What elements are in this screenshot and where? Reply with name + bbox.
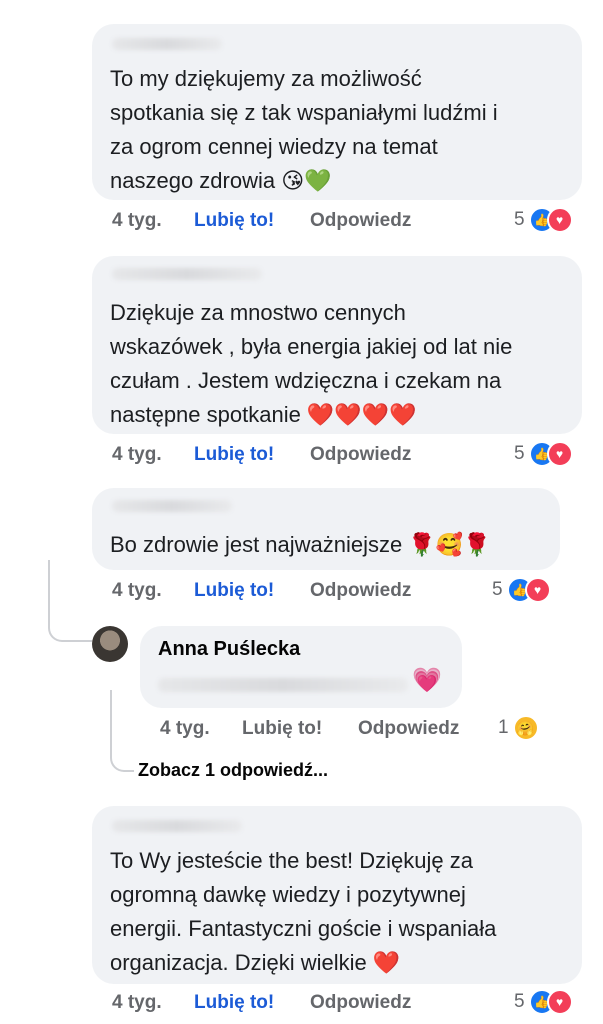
reply-link[interactable]: Odpowiedz xyxy=(310,444,411,466)
comment-text: Dziękuje za mnostwo cennych wskazówek , … xyxy=(110,300,513,427)
care-icon: 🤗 xyxy=(512,715,539,741)
reply-text-blurred xyxy=(158,678,408,692)
author-name-blurred xyxy=(112,38,222,50)
like-link[interactable]: Lubię to! xyxy=(194,210,274,232)
reaction-summary[interactable]: 1 🤗 xyxy=(498,715,539,741)
comment-time[interactable]: 4 tyg. xyxy=(112,580,162,602)
comment-bubble: Dziękuje za mnostwo cennych wskazówek , … xyxy=(92,256,582,434)
reply-time[interactable]: 4 tyg. xyxy=(160,718,210,740)
reaction-count: 5 xyxy=(514,443,525,464)
heart-icon: ♥ xyxy=(546,207,573,233)
comment-time[interactable]: 4 tyg. xyxy=(112,444,162,466)
comment-time[interactable]: 4 tyg. xyxy=(112,992,162,1014)
comment-time[interactable]: 4 tyg. xyxy=(112,210,162,232)
comment-text: Bo zdrowie jest najważniejsze 🌹🥰🌹 xyxy=(110,532,491,557)
comment-text: To my dziękujemy za możliwość spotkania … xyxy=(110,66,498,193)
reaction-summary[interactable]: 5 👍 ♥ xyxy=(514,207,573,233)
thread-connector xyxy=(110,690,134,772)
like-link[interactable]: Lubię to! xyxy=(194,580,274,602)
view-more-replies[interactable]: Zobacz 1 odpowiedź... xyxy=(138,760,328,781)
reply-link[interactable]: Odpowiedz xyxy=(310,210,411,232)
like-link[interactable]: Lubię to! xyxy=(194,444,274,466)
heart-icon: ♥ xyxy=(524,577,551,603)
author-name-blurred xyxy=(112,820,242,832)
author-name-blurred xyxy=(112,500,232,512)
like-link[interactable]: Lubię to! xyxy=(194,992,274,1014)
reply-like-link[interactable]: Lubię to! xyxy=(242,718,322,740)
heart-icon: ♥ xyxy=(546,989,573,1015)
reaction-summary[interactable]: 5 👍 ♥ xyxy=(492,577,551,603)
reaction-summary[interactable]: 5 👍 ♥ xyxy=(514,989,573,1015)
avatar[interactable] xyxy=(92,626,128,662)
comment-bubble: Bo zdrowie jest najważniejsze 🌹🥰🌹 xyxy=(92,488,560,570)
comment-text: To Wy jesteście the best! Dziękuję za og… xyxy=(110,848,497,975)
reply-text: 💗 xyxy=(412,667,442,694)
comment-bubble: To my dziękujemy za możliwość spotkania … xyxy=(92,24,582,200)
reaction-count: 5 xyxy=(514,991,525,1012)
author-name-blurred xyxy=(112,268,262,280)
thread-connector xyxy=(48,560,92,642)
reaction-count: 5 xyxy=(514,209,525,230)
reply-link[interactable]: Odpowiedz xyxy=(310,992,411,1014)
comment-bubble: To Wy jesteście the best! Dziękuję za og… xyxy=(92,806,582,984)
reaction-count: 5 xyxy=(492,579,503,600)
reply-author[interactable]: Anna Puślecka xyxy=(158,638,300,661)
reply-bubble: Anna Puślecka 💗 xyxy=(140,626,462,708)
reply-reply-link[interactable]: Odpowiedz xyxy=(358,718,459,740)
reaction-count: 1 xyxy=(498,717,509,738)
heart-icon: ♥ xyxy=(546,441,573,467)
reply-link[interactable]: Odpowiedz xyxy=(310,580,411,602)
reaction-summary[interactable]: 5 👍 ♥ xyxy=(514,441,573,467)
